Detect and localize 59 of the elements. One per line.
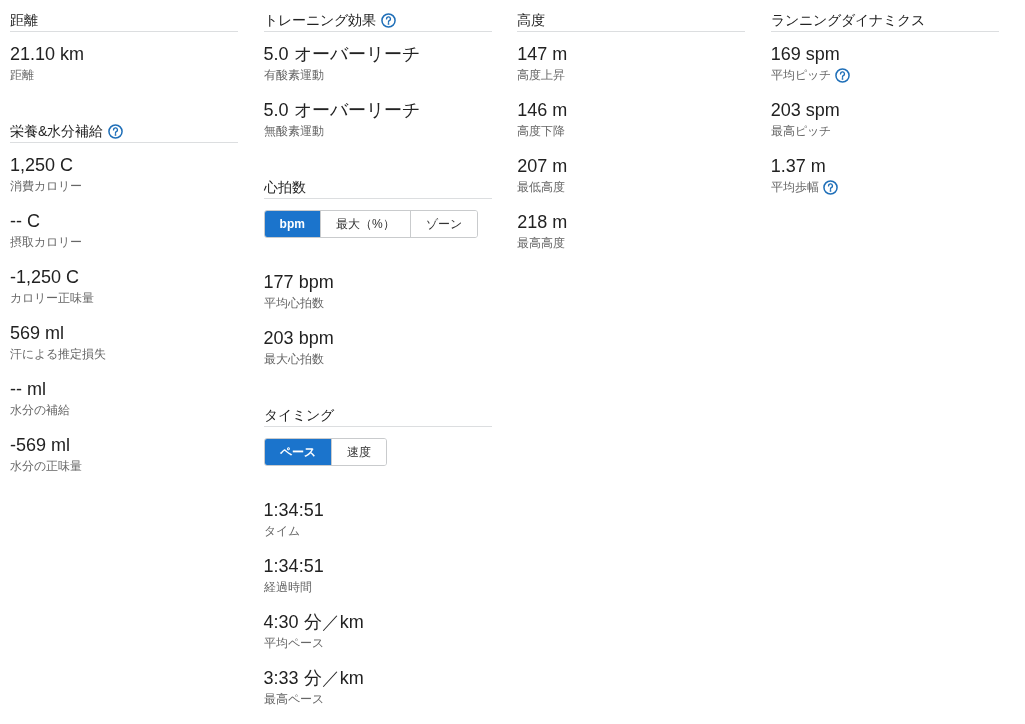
stat-value: -569 ml	[10, 434, 71, 457]
stat-value: 5.0 オーバーリーチ	[263, 43, 420, 66]
view-toggle-tab[interactable]: ペース	[264, 439, 331, 465]
stat-label: タイム	[263, 523, 300, 540]
stat-value: 218 m	[517, 211, 568, 234]
stat-value: 1:34:51	[263, 555, 324, 578]
stat-value: 4:30 分／km	[263, 611, 364, 634]
stat-value: 207 m	[517, 155, 568, 178]
stat-value: 21.10 km	[10, 43, 85, 66]
help-icon[interactable]	[108, 123, 124, 139]
stat-label: 最高高度	[517, 235, 566, 252]
section-heading: 心拍数	[263, 178, 306, 197]
stat-value: -- ml	[10, 378, 46, 401]
stat-label: 摂取カロリー	[10, 234, 82, 251]
stat-label: 有酸素運動	[263, 67, 324, 84]
stat-value: -- C	[10, 210, 40, 233]
stat-label: 無酸素運動	[263, 123, 324, 140]
stat-label: 最高ピッチ	[770, 123, 831, 140]
stat-value: 1:34:51	[263, 499, 324, 522]
stat-label: 平均ピッチ	[770, 67, 831, 84]
stat-label: 平均ペース	[263, 635, 324, 652]
stat-value: 3:33 分／km	[263, 667, 364, 690]
stat-value: -1,250 C	[10, 266, 80, 289]
help-icon[interactable]	[822, 179, 838, 195]
stat-value: 203 spm	[770, 99, 840, 122]
stat-label: 平均心拍数	[263, 295, 324, 312]
section-heading: タイミング	[263, 406, 334, 425]
stat-label: 汗による推定損失	[10, 346, 106, 363]
stat-label: 平均歩幅	[770, 179, 819, 196]
stat-label: 経過時間	[263, 579, 312, 596]
stat-label: 水分の正味量	[10, 458, 82, 475]
stat-value: 203 bpm	[263, 327, 334, 350]
section-heading: ランニングダイナミクス	[770, 11, 925, 30]
stat-label: 距離	[10, 67, 34, 84]
stat-value: 1.37 m	[770, 155, 826, 178]
stat-label: 最高ペース	[263, 691, 324, 708]
stat-value: 169 spm	[770, 43, 840, 66]
stat-value: 5.0 オーバーリーチ	[263, 99, 420, 122]
section-heading: 高度	[517, 11, 546, 30]
stat-label: 高度下降	[517, 123, 566, 140]
stat-label: 最低高度	[517, 179, 566, 196]
stat-label: 水分の補給	[10, 402, 70, 419]
view-toggle-tab[interactable]: ゾーン	[409, 211, 477, 237]
stat-value: 1,250 C	[10, 154, 74, 177]
section-heading: 栄養&水分補給	[10, 122, 104, 141]
stat-label: 高度上昇	[517, 67, 566, 84]
help-icon[interactable]	[380, 12, 396, 28]
section-heading: トレーニング効果	[263, 11, 376, 30]
stat-value: 147 m	[517, 43, 568, 66]
stat-label: カロリー正味量	[10, 290, 94, 307]
stat-value: 177 bpm	[263, 271, 334, 294]
stat-label: 最大心拍数	[263, 351, 324, 368]
view-toggle-tab[interactable]: bpm	[264, 211, 320, 237]
stat-label: 消費カロリー	[10, 178, 82, 195]
section-heading: 距離	[10, 11, 38, 30]
stat-value: 146 m	[517, 99, 568, 122]
stat-value: 569 ml	[10, 322, 65, 345]
view-toggle-tab[interactable]: 速度	[330, 439, 386, 465]
help-icon[interactable]	[834, 67, 850, 83]
